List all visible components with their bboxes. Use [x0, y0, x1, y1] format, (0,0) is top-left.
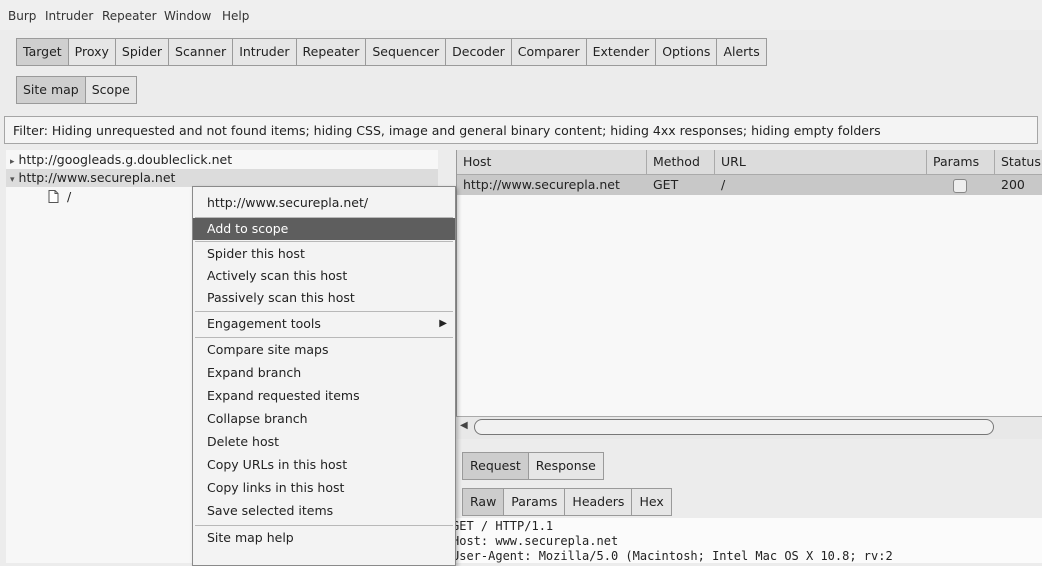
menu-separator [195, 337, 453, 338]
horizontal-scrollbar[interactable]: ◀ [456, 416, 1042, 439]
main-tab-bar: Target Proxy Spider Scanner Intruder Rep… [16, 38, 767, 66]
cell-host: http://www.securepla.net [463, 177, 620, 192]
tab-site-map[interactable]: Site map [16, 76, 85, 104]
menu-expand-branch[interactable]: Expand branch [193, 362, 455, 384]
tab-decoder[interactable]: Decoder [445, 38, 511, 66]
tab-extender[interactable]: Extender [585, 38, 656, 66]
column-header-host[interactable]: Host [457, 150, 647, 174]
column-header-method[interactable]: Method [647, 150, 715, 174]
menu-help[interactable]: Help [222, 9, 249, 23]
filter-bar[interactable]: Filter: Hiding unrequested and not found… [4, 116, 1038, 144]
collapsed-arrow-icon[interactable]: ▸ [10, 157, 15, 167]
site-map-table: Host Method URL Params Status http://www… [456, 150, 1042, 430]
menu-add-to-scope[interactable]: Add to scope [193, 218, 455, 240]
tab-headers[interactable]: Headers [564, 488, 632, 516]
raw-request-editor[interactable]: GET / HTTP/1.1 Host: www.securepla.net U… [450, 518, 1042, 563]
menu-actively-scan[interactable]: Actively scan this host [193, 265, 455, 287]
tree-item[interactable]: ▸ http://googleads.g.doubleclick.net [10, 151, 232, 169]
menu-copy-urls[interactable]: Copy URLs in this host [193, 454, 455, 476]
menu-expand-requested-items[interactable]: Expand requested items [193, 385, 455, 407]
column-header-params[interactable]: Params [927, 150, 995, 174]
tab-raw[interactable]: Raw [462, 488, 504, 516]
table-row[interactable]: http://www.securepla.net GET / 200 [457, 175, 1042, 195]
menu-spider-this-host[interactable]: Spider this host [193, 243, 455, 265]
tab-hex[interactable]: Hex [631, 488, 672, 516]
menu-repeater[interactable]: Repeater [102, 9, 157, 23]
column-header-status[interactable]: Status [995, 150, 1042, 174]
params-checkbox[interactable] [953, 179, 967, 193]
menu-item-label: Engagement tools [207, 316, 321, 331]
tab-spider[interactable]: Spider [114, 38, 169, 66]
raw-line: Host: www.securepla.net [452, 534, 619, 548]
tab-alerts[interactable]: Alerts [716, 38, 767, 66]
tab-proxy[interactable]: Proxy [67, 38, 115, 66]
menu-intruder[interactable]: Intruder [45, 9, 93, 23]
submenu-arrow-icon: ▶ [439, 318, 447, 329]
tab-intruder[interactable]: Intruder [232, 38, 296, 66]
menu-save-selected-items[interactable]: Save selected items [193, 500, 455, 522]
menu-delete-host[interactable]: Delete host [193, 431, 455, 453]
menu-separator [195, 525, 453, 526]
menu-header-host: http://www.securepla.net/ [207, 195, 369, 210]
tab-comparer[interactable]: Comparer [510, 38, 586, 66]
menu-separator [195, 311, 453, 312]
tab-repeater[interactable]: Repeater [295, 38, 366, 66]
file-icon [48, 190, 59, 203]
menu-bar: Burp Intruder Repeater Window Help [0, 0, 1042, 30]
tab-response[interactable]: Response [527, 452, 604, 480]
tree-item-label: http://www.securepla.net [18, 170, 176, 185]
target-sub-tab-bar: Site map Scope [16, 76, 137, 104]
scrollbar-thumb[interactable] [474, 419, 994, 435]
raw-line: GET / HTTP/1.1 [452, 519, 554, 533]
tab-sequencer[interactable]: Sequencer [365, 38, 446, 66]
cell-method: GET [653, 177, 679, 192]
tree-item-label: / [66, 189, 72, 204]
tab-target[interactable]: Target [16, 38, 68, 66]
tab-options[interactable]: Options [655, 38, 717, 66]
scroll-left-icon[interactable]: ◀ [460, 420, 468, 431]
menu-passively-scan[interactable]: Passively scan this host [193, 287, 455, 309]
cell-url: / [721, 177, 726, 192]
tree-item-selected[interactable]: ▾ http://www.securepla.net [10, 169, 175, 187]
context-menu: http://www.securepla.net/ Add to scope S… [192, 186, 456, 566]
menu-separator [195, 241, 453, 242]
menu-site-map-help[interactable]: Site map help [193, 527, 455, 549]
tab-request[interactable]: Request [462, 452, 528, 480]
menu-compare-site-maps[interactable]: Compare site maps [193, 339, 455, 361]
view-tab-bar: Raw Params Headers Hex [462, 488, 672, 516]
column-header-url[interactable]: URL [715, 150, 927, 174]
expanded-arrow-icon[interactable]: ▾ [10, 175, 15, 185]
menu-copy-links[interactable]: Copy links in this host [193, 477, 455, 499]
tab-params[interactable]: Params [503, 488, 565, 516]
menu-engagement-tools[interactable]: Engagement tools ▶ [193, 313, 455, 335]
message-tab-bar: Request Response [462, 452, 604, 480]
tree-item-label: http://googleads.g.doubleclick.net [18, 152, 233, 167]
cell-status: 200 [1001, 177, 1025, 192]
tab-scope[interactable]: Scope [84, 76, 137, 104]
raw-line: User-Agent: Mozilla/5.0 (Macintosh; Inte… [452, 549, 893, 563]
menu-burp[interactable]: Burp [8, 9, 36, 23]
menu-window[interactable]: Window [164, 9, 211, 23]
tab-scanner[interactable]: Scanner [168, 38, 233, 66]
tree-item[interactable]: / [48, 188, 71, 206]
table-header: Host Method URL Params Status [457, 150, 1042, 175]
menu-collapse-branch[interactable]: Collapse branch [193, 408, 455, 430]
